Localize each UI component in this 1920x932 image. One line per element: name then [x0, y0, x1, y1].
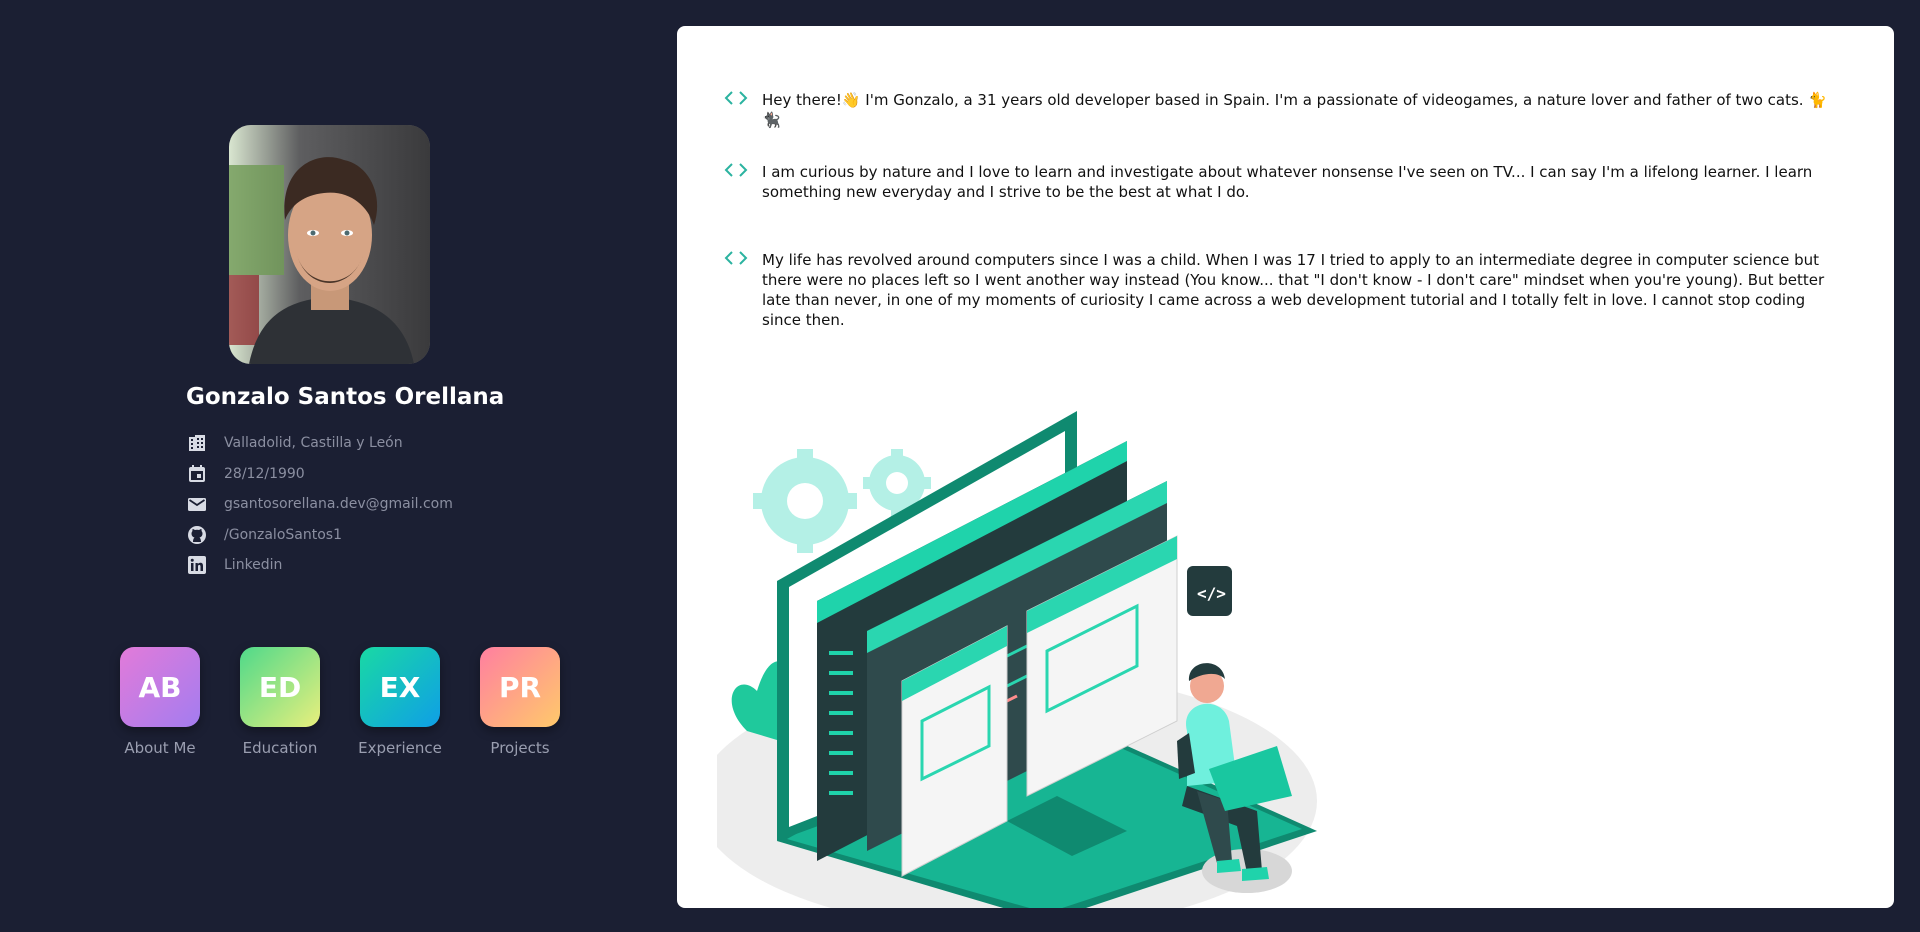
calendar-icon: [186, 463, 207, 484]
nav-item-projects[interactable]: PR Projects: [460, 647, 580, 757]
nav-tile-about-me[interactable]: AB: [120, 647, 200, 727]
location-item: Valladolid, Castilla y León: [186, 428, 453, 459]
profile-sidebar: Gonzalo Santos Orellana Valladolid, Cast…: [0, 0, 660, 932]
contact-info-list: Valladolid, Castilla y León 28/12/1990 g…: [186, 428, 453, 581]
nav-tile-education[interactable]: ED: [240, 647, 320, 727]
building-icon: [186, 433, 207, 454]
linkedin-item[interactable]: Linkedin: [186, 550, 453, 581]
email-item[interactable]: gsantosorellana.dev@gmail.com: [186, 489, 453, 520]
code-icon: [724, 160, 748, 185]
profile-name: Gonzalo Santos Orellana: [186, 384, 505, 410]
about-paragraph-2: I am curious by nature and I love to lea…: [724, 162, 1844, 202]
avatar: [229, 125, 430, 364]
nav-label-about-me: About Me: [124, 739, 196, 757]
nav-tile-projects[interactable]: PR: [480, 647, 560, 727]
birthdate-text: 28/12/1990: [224, 465, 305, 482]
about-paragraph-text-3: My life has revolved around computers si…: [762, 251, 1825, 329]
github-item[interactable]: /GonzaloSantos1: [186, 520, 453, 551]
nav-item-education[interactable]: ED Education: [220, 647, 340, 757]
about-paragraph-text-1: Hey there!👋 I'm Gonzalo, a 31 years old …: [762, 91, 1827, 129]
about-paragraph-3: My life has revolved around computers si…: [724, 250, 1844, 330]
mail-icon: [186, 494, 207, 515]
nav-tile-experience[interactable]: EX: [360, 647, 440, 727]
developer-illustration: </>: [697, 401, 1357, 908]
birthdate-item: 28/12/1990: [186, 459, 453, 490]
linkedin-link[interactable]: Linkedin: [224, 557, 282, 573]
github-link[interactable]: /GonzaloSantos1: [224, 527, 342, 543]
about-panel: Hey there!👋 I'm Gonzalo, a 31 years old …: [677, 26, 1894, 908]
email-link[interactable]: gsantosorellana.dev@gmail.com: [224, 496, 453, 512]
location-text: Valladolid, Castilla y León: [224, 435, 403, 452]
nav-label-education: Education: [242, 739, 318, 757]
github-icon: [186, 524, 207, 545]
nav-item-experience[interactable]: EX Experience: [340, 647, 460, 757]
code-icon: [724, 88, 748, 113]
about-paragraph-text-2: I am curious by nature and I love to lea…: [762, 163, 1813, 201]
about-paragraph-1: Hey there!👋 I'm Gonzalo, a 31 years old …: [724, 90, 1844, 130]
nav-label-experience: Experience: [358, 739, 442, 757]
nav-label-projects: Projects: [490, 739, 550, 757]
svg-text:</>: </>: [1197, 584, 1226, 603]
linkedin-icon: [186, 555, 207, 576]
section-nav: AB About Me ED Education EX Experience P…: [100, 647, 580, 757]
code-icon: [724, 248, 748, 273]
nav-item-about-me[interactable]: AB About Me: [100, 647, 220, 757]
